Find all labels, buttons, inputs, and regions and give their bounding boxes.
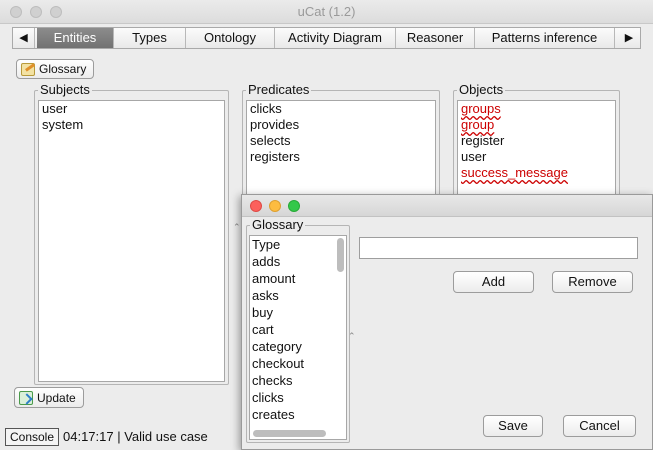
predicates-title: Predicates [246, 82, 312, 98]
objects-list[interactable]: groups group register user success_messa… [457, 100, 616, 198]
resize-grip-icon: ⌃ [233, 222, 241, 232]
remove-button[interactable]: Remove [552, 271, 633, 293]
glossary-dialog: Glossary Type adds amount asks buy cart … [241, 194, 653, 450]
horizontal-scrollbar[interactable] [253, 430, 326, 437]
list-item[interactable]: register [458, 133, 615, 149]
list-item[interactable]: groups [458, 101, 615, 117]
tab-types[interactable]: Types [114, 28, 186, 48]
list-item[interactable]: system [39, 117, 224, 133]
objects-title: Objects [457, 82, 506, 98]
list-item[interactable]: adds [250, 253, 346, 270]
main-window: uCat (1.2) ◀ Entities Types Ontology Act… [0, 0, 653, 450]
tab-patterns-inference[interactable]: Patterns inference [475, 28, 615, 48]
title-bar: uCat (1.2) [0, 0, 653, 24]
objects-group: Objects groups group register user succe… [453, 82, 620, 200]
tab-scroll-left-icon[interactable]: ◀ [13, 28, 35, 48]
list-item[interactable]: selects [247, 133, 435, 149]
glossary-group-title: Glossary [250, 217, 306, 233]
add-button[interactable]: Add [453, 271, 534, 293]
vertical-scrollbar[interactable] [337, 238, 344, 272]
list-item[interactable]: clicks [247, 101, 435, 117]
refresh-icon [19, 390, 33, 405]
window-title: uCat (1.2) [297, 4, 356, 19]
glossary-group: Glossary Type adds amount asks buy cart … [246, 217, 350, 443]
dialog-close-button[interactable] [250, 200, 262, 212]
edit-icon [21, 62, 35, 76]
list-item[interactable]: group [458, 117, 615, 133]
list-item[interactable]: asks [250, 287, 346, 304]
update-button-label: Update [37, 390, 76, 405]
list-item[interactable]: buy [250, 304, 346, 321]
cancel-button[interactable]: Cancel [563, 415, 636, 437]
list-item[interactable]: Type [250, 236, 346, 253]
subjects-title: Subjects [38, 82, 92, 98]
list-item[interactable]: registers [247, 149, 435, 165]
tab-scroll-right-icon[interactable]: ▶ [618, 28, 640, 48]
subjects-list[interactable]: user system [38, 100, 225, 382]
status-text: 04:17:17 | Valid use case [63, 429, 208, 444]
list-item[interactable]: provides [247, 117, 435, 133]
update-button[interactable]: Update [14, 387, 84, 408]
tab-activity-diagram[interactable]: Activity Diagram [275, 28, 396, 48]
dialog-title-bar [242, 195, 652, 217]
console-button[interactable]: Console [5, 428, 59, 446]
tab-strip: ◀ Entities Types Ontology Activity Diagr… [12, 27, 641, 49]
list-item[interactable]: category [250, 338, 346, 355]
predicates-list[interactable]: clicks provides selects registers [246, 100, 436, 198]
list-item[interactable]: user [458, 149, 615, 165]
tab-ontology[interactable]: Ontology [186, 28, 275, 48]
dialog-zoom-button[interactable] [288, 200, 300, 212]
list-item[interactable]: checkout [250, 355, 346, 372]
list-item[interactable]: amount [250, 270, 346, 287]
predicates-group: Predicates clicks provides selects regis… [242, 82, 440, 200]
list-item[interactable]: cart [250, 321, 346, 338]
glossary-list[interactable]: Type adds amount asks buy cart category … [249, 235, 347, 440]
glossary-term-input[interactable] [359, 237, 638, 259]
dialog-minimize-button[interactable] [269, 200, 281, 212]
list-item[interactable]: success_message [458, 165, 615, 181]
list-item[interactable]: clicks [250, 389, 346, 406]
tab-entities[interactable]: Entities [37, 28, 114, 48]
list-item[interactable]: user [39, 101, 224, 117]
subjects-group: Subjects user system [34, 82, 229, 385]
list-item[interactable]: checks [250, 372, 346, 389]
glossary-button-label: Glossary [39, 62, 87, 76]
save-button[interactable]: Save [483, 415, 543, 437]
glossary-button[interactable]: Glossary [16, 59, 94, 79]
tab-reasoner[interactable]: Reasoner [396, 28, 475, 48]
dialog-resize-grip-icon: ⌃ [348, 331, 356, 341]
list-item[interactable]: creates [250, 406, 346, 423]
